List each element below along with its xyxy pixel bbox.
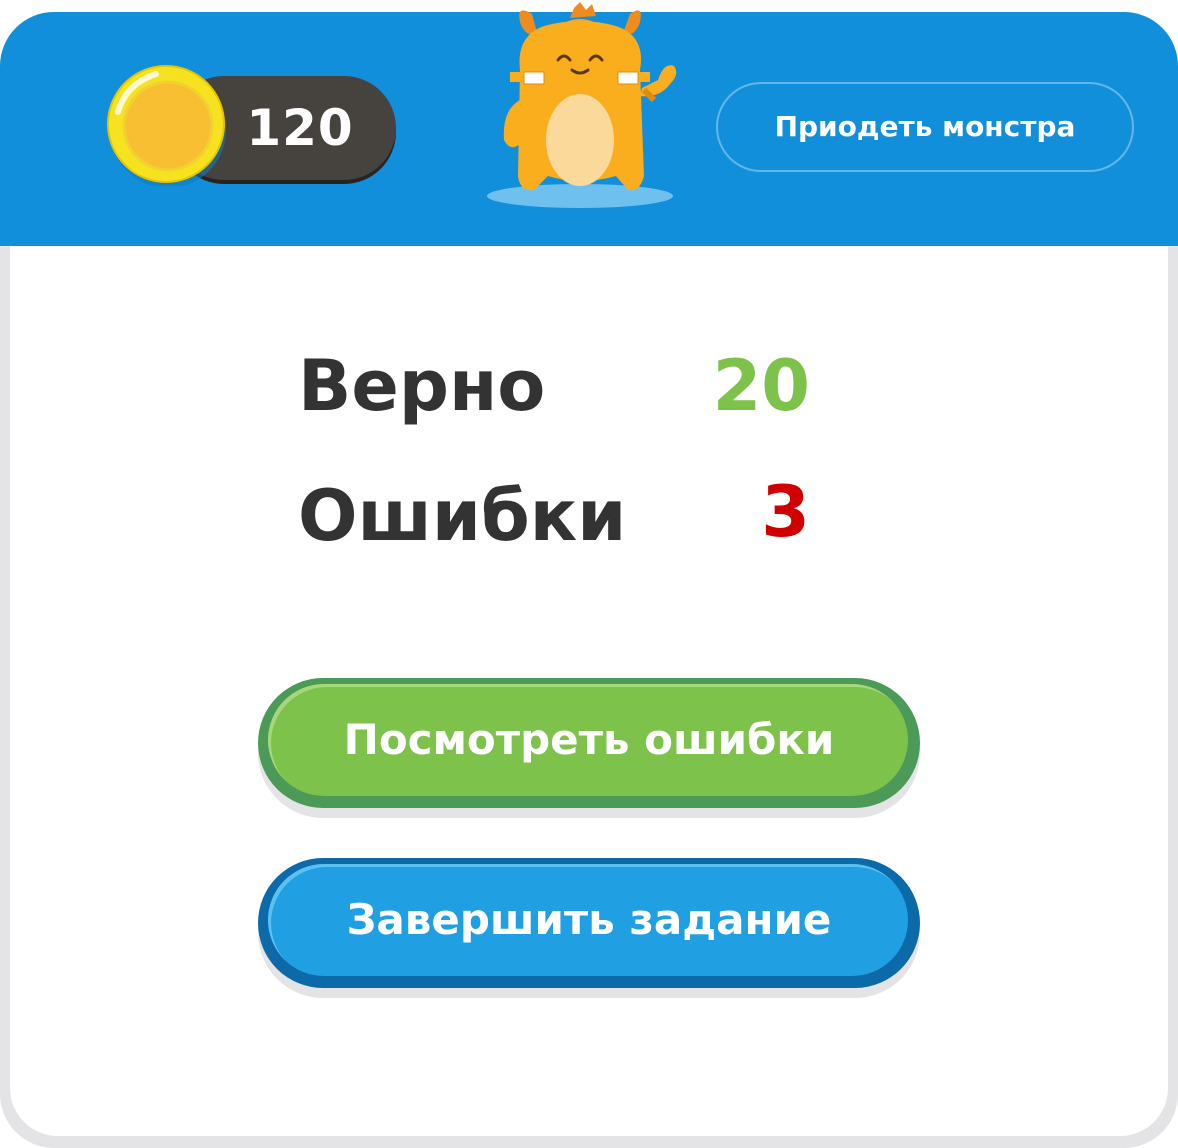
coin-icon <box>107 65 226 186</box>
review-errors-button[interactable]: Посмотреть ошибки <box>258 678 920 818</box>
errors-label: Ошибки <box>298 475 627 557</box>
coin-count: 120 <box>246 99 354 157</box>
finish-task-label: Завершить задание <box>346 895 832 944</box>
errors-value: 3 <box>761 471 810 553</box>
dress-monster-button[interactable]: Приодеть монстра <box>716 82 1134 172</box>
correct-label: Верно <box>298 345 546 427</box>
monster-mascot <box>487 2 677 208</box>
finish-task-button[interactable]: Завершить задание <box>258 858 920 998</box>
review-errors-label: Посмотреть ошибки <box>343 715 835 764</box>
correct-value: 20 <box>712 345 810 427</box>
